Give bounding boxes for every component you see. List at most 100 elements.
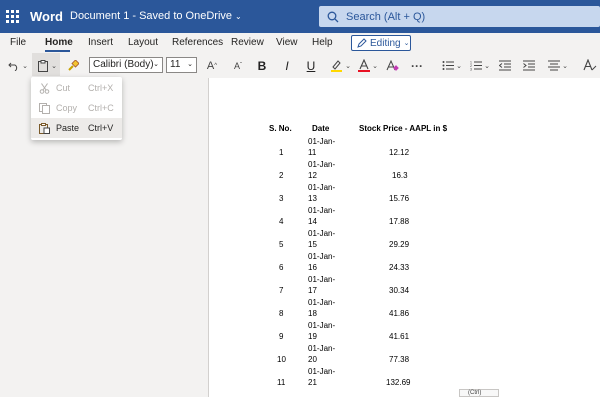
undo-dropdown-icon[interactable]: ⌄: [21, 53, 29, 78]
styles-icon[interactable]: [580, 53, 600, 78]
date-line2: 16: [308, 263, 317, 272]
clear-formatting-icon[interactable]: [385, 53, 399, 78]
search-box[interactable]: Search (Alt + Q): [319, 6, 600, 27]
highlight-dropdown-icon[interactable]: ⌄: [344, 53, 352, 78]
bold-button[interactable]: B: [255, 53, 269, 78]
font-size-value: 11: [170, 59, 181, 70]
svg-text:3: 3: [470, 68, 472, 72]
tab-review[interactable]: Review: [231, 37, 264, 48]
tab-insert[interactable]: Insert: [88, 37, 113, 48]
sno-cell: 9: [279, 332, 284, 341]
sno-cell: 1: [279, 148, 284, 157]
tab-home[interactable]: Home: [45, 37, 73, 48]
clipboard-icon[interactable]: [36, 53, 50, 78]
date-line1: 01-Jan-: [308, 252, 336, 261]
shrink-font-icon[interactable]: Aˇ: [230, 53, 246, 78]
numbering-icon[interactable]: 123: [469, 53, 483, 78]
paste-options-button[interactable]: (Ctrl): [459, 389, 499, 397]
chevron-down-icon: ⌄: [187, 61, 193, 68]
cut-shortcut: Ctrl+X: [88, 83, 114, 93]
date-line1: 01-Jan-: [308, 298, 336, 307]
price-cell: 132.69: [386, 378, 411, 387]
sno-cell: 8: [279, 309, 284, 318]
scissors-icon: [39, 83, 50, 94]
copy-shortcut: Ctrl+C: [88, 103, 114, 113]
font-name-select[interactable]: Calibri (Body) ⌄: [89, 57, 163, 73]
date-line2: 11: [308, 148, 317, 157]
app-launcher-icon[interactable]: [6, 10, 19, 23]
clipboard-menu: Cut Ctrl+X Copy Ctrl+C Paste Ctrl+V: [31, 77, 122, 140]
decrease-indent-icon[interactable]: [498, 53, 512, 78]
date-line1: 01-Jan-: [308, 229, 336, 238]
align-icon[interactable]: [547, 53, 561, 78]
numbering-dropdown-icon[interactable]: ⌄: [483, 53, 491, 78]
date-line2: 21: [308, 378, 317, 387]
sno-cell: 3: [279, 194, 284, 203]
search-icon: [327, 11, 339, 22]
date-line2: 13: [308, 194, 317, 203]
grow-font-text: A: [206, 59, 215, 72]
date-line2: 18: [308, 309, 317, 318]
sno-cell: 6: [279, 263, 284, 272]
price-cell: 77.38: [389, 355, 410, 364]
chevron-down-icon: ⌄: [403, 40, 410, 47]
date-line2: 20: [308, 355, 317, 364]
undo-icon[interactable]: [6, 53, 22, 78]
paste-shortcut: Ctrl+V: [88, 123, 114, 133]
price-cell: 41.86: [389, 309, 410, 318]
tab-references[interactable]: References: [172, 37, 223, 48]
format-painter-icon[interactable]: [66, 53, 80, 78]
tab-view[interactable]: View: [276, 37, 298, 48]
increase-indent-icon[interactable]: [522, 53, 536, 78]
date-line1: 01-Jan-: [308, 367, 336, 376]
sno-cell: 7: [279, 286, 284, 295]
editing-mode-button[interactable]: Editing ⌄: [351, 35, 411, 51]
italic-button[interactable]: I: [281, 53, 293, 78]
menu-item-paste[interactable]: Paste Ctrl+V: [31, 118, 122, 138]
sno-cell: 5: [279, 240, 284, 249]
sno-cell: 10: [277, 355, 286, 364]
date-line1: 01-Jan-: [308, 160, 336, 169]
document-title-text: Document 1 - Saved to OneDrive: [70, 10, 233, 22]
bullets-dropdown-icon[interactable]: ⌄: [455, 53, 463, 78]
copy-icon: [39, 103, 50, 114]
menu-item-cut[interactable]: Cut Ctrl+X: [31, 78, 122, 98]
date-line1: 01-Jan-: [308, 275, 336, 284]
date-line2: 17: [308, 286, 317, 295]
price-cell: 17.88: [389, 217, 410, 226]
tab-layout[interactable]: Layout: [128, 37, 158, 48]
cut-label: Cut: [56, 83, 71, 93]
price-cell: 24.33: [389, 263, 410, 272]
date-line2: 14: [308, 217, 317, 226]
highlight-icon[interactable]: [329, 53, 343, 78]
paste-icon: [39, 123, 50, 134]
ribbon-tabs: File Home Insert Layout References Revie…: [0, 33, 600, 53]
header-price: Stock Price - AAPL in $: [359, 124, 448, 133]
app-name[interactable]: Word: [30, 9, 63, 24]
bullets-icon[interactable]: [441, 53, 455, 78]
align-dropdown-icon[interactable]: ⌄: [561, 53, 569, 78]
menu-item-copy[interactable]: Copy Ctrl+C: [31, 98, 122, 118]
date-line2: 12: [308, 171, 317, 180]
price-cell: 30.34: [389, 286, 410, 295]
chevron-down-icon: ⌄: [235, 12, 242, 21]
underline-button[interactable]: U: [305, 53, 317, 78]
tab-help[interactable]: Help: [312, 37, 333, 48]
font-name-value: Calibri (Body): [93, 59, 154, 70]
font-color-dropdown-icon[interactable]: ⌄: [371, 53, 379, 78]
copy-label: Copy: [56, 103, 78, 113]
active-tab-indicator: [45, 50, 70, 52]
sno-cell: 2: [279, 171, 284, 180]
more-options-icon[interactable]: ···: [409, 53, 425, 78]
sno-cell: 11: [277, 378, 286, 387]
font-size-select[interactable]: 11 ⌄: [166, 57, 197, 73]
chevron-down-icon: ⌄: [153, 61, 159, 68]
price-cell: 41.61: [389, 332, 410, 341]
date-line2: 19: [308, 332, 317, 341]
paste-dropdown-icon[interactable]: ⌄: [50, 53, 58, 78]
tab-file[interactable]: File: [10, 37, 26, 48]
font-color-icon[interactable]: [357, 53, 371, 78]
grow-font-icon[interactable]: A ^: [204, 53, 220, 78]
header-date: Date: [312, 124, 330, 133]
document-title[interactable]: Document 1 - Saved to OneDrive ⌄: [70, 10, 242, 22]
